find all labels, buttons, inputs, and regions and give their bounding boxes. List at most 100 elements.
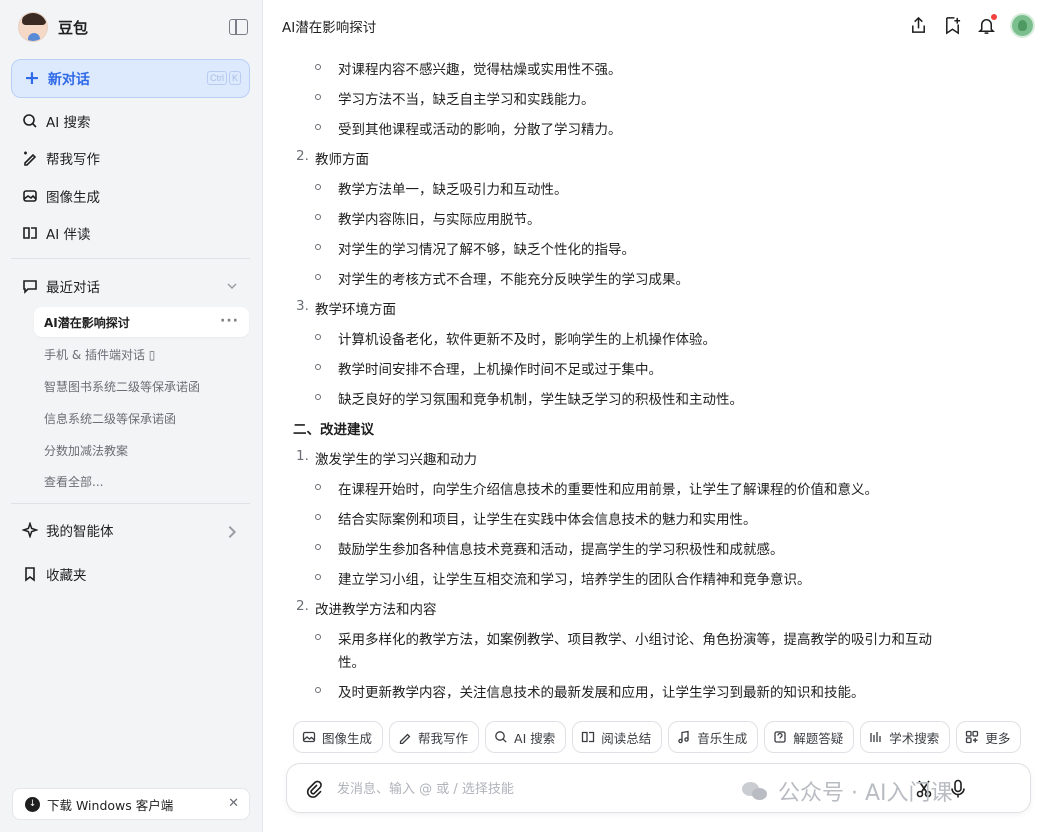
- view-all-label: 查看全部...: [44, 474, 104, 489]
- bullet-text: 计算机设备老化，软件更新不及时，影响学生的上机操作体验。: [338, 332, 716, 348]
- conversation-item[interactable]: 分数加减法教案: [34, 435, 249, 465]
- new-chat-button[interactable]: + 新对话 Ctrl K: [11, 59, 250, 98]
- sidebar-item-favorites[interactable]: 收藏夹: [22, 562, 87, 586]
- bullet-text: 在课程开始时，向学生介绍信息技术的重要性和应用前景，让学生了解课程的价值和意义。: [338, 482, 878, 498]
- download-client-banner[interactable]: ↓ 下载 Windows 客户端 ✕: [12, 788, 250, 820]
- topbar: AI潜在影响探讨: [264, 0, 1055, 52]
- skill-chip-writing[interactable]: 帮我写作: [389, 721, 480, 753]
- ai-search-icon: [22, 113, 38, 129]
- bullet-text: 鼓励学生参加各种信息技术竞赛和活动，提高学生的学习积极性和成就感。: [338, 542, 784, 558]
- recent-conversations-header[interactable]: 最近对话: [22, 274, 242, 298]
- chat-bubble-icon: [22, 278, 38, 294]
- bullet-text: 结合实际案例和项目，让学生在实践中体会信息技术的魅力和实用性。: [338, 512, 757, 528]
- skill-chip-image[interactable]: 图像生成: [293, 721, 384, 753]
- conversation-item[interactable]: 信息系统二级等保承诺函: [34, 403, 249, 433]
- bullet-marker: [315, 124, 321, 130]
- list-number: 2.: [296, 598, 309, 614]
- conversation-title: AI潜在影响探讨: [44, 315, 130, 330]
- pen-icon: [22, 150, 38, 166]
- bullet-marker: [315, 514, 321, 520]
- bullet-marker: [315, 364, 321, 370]
- attachment-icon[interactable]: [305, 779, 323, 803]
- conversation-item-active[interactable]: AI潜在影响探讨 ···: [34, 307, 249, 337]
- view-all-conversations[interactable]: 查看全部...: [34, 466, 249, 496]
- bullet-marker: [315, 634, 321, 640]
- skill-chip-label: 音乐生成: [697, 730, 748, 746]
- bullet-text: 对课程内容不感兴趣，觉得枯燥或实用性不强。: [338, 62, 622, 78]
- skill-chip-search[interactable]: AI 搜索: [485, 721, 567, 753]
- message-input[interactable]: [337, 778, 757, 800]
- bullet-marker: [315, 334, 321, 340]
- conversation-title: 手机 & 插件端对话 ▯: [44, 347, 156, 362]
- section-heading: 二、改进建议: [293, 422, 374, 438]
- bullet-marker: [315, 394, 321, 400]
- conversation-title: 智慧图书系统二级等保承诺函: [44, 379, 201, 394]
- bullet-text: 教学内容陈旧，与实际应用脱节。: [338, 212, 541, 228]
- sidebar-divider: [11, 503, 250, 504]
- bullet-text: 及时更新教学内容，关注信息技术的最新发展和应用，让学生学习到最新的知识和技能。: [338, 685, 865, 701]
- reading-icon: [22, 225, 38, 241]
- skill-chip-label: 阅读总结: [601, 730, 652, 746]
- chat-main: AI潜在影响探讨 对课程内容不感兴趣，觉得枯燥或实用性不强。 学习方法不当，缺乏自…: [264, 0, 1055, 832]
- sidebar-item-agents[interactable]: 我的智能体: [22, 518, 242, 542]
- notification-badge: [991, 14, 997, 20]
- new-chat-label: 新对话: [47, 71, 90, 88]
- sidebar: 豆包 + 新对话 Ctrl K AI 搜索 帮我写作 图像生成 AI 伴读 最近…: [0, 0, 263, 832]
- academic-icon: [869, 730, 883, 744]
- recent-conversations-label: 最近对话: [46, 280, 100, 296]
- bullet-text-continued: 性。: [338, 655, 365, 671]
- chevron-right-icon: [224, 524, 240, 544]
- skill-chip-more[interactable]: 更多: [956, 721, 1022, 753]
- bullet-marker: [315, 574, 321, 580]
- sidebar-collapse-icon[interactable]: [229, 19, 248, 35]
- shortcut-key: K: [228, 71, 241, 85]
- skill-chip-label: 更多: [985, 730, 1011, 746]
- bullet-text: 教学方法单一，缺乏吸引力和互动性。: [338, 182, 568, 198]
- music-icon: [677, 730, 691, 744]
- sidebar-item-ai-search[interactable]: AI 搜索: [22, 109, 91, 133]
- skill-chip-label: 图像生成: [322, 730, 373, 746]
- bookmark-add-icon[interactable]: [942, 15, 963, 36]
- bullet-text: 采用多样化的教学方法，如案例教学、项目教学、小组讨论、角色扮演等，提高教学的吸引…: [338, 632, 932, 648]
- download-label: 下载 Windows 客户端: [47, 797, 174, 813]
- sidebar-item-writing[interactable]: 帮我写作: [22, 146, 100, 170]
- numbered-item-text: 激发学生的学习兴趣和动力: [315, 452, 477, 468]
- conversation-item[interactable]: 手机 & 插件端对话 ▯: [34, 339, 249, 369]
- user-avatar[interactable]: [1010, 13, 1035, 38]
- share-icon[interactable]: [908, 15, 929, 36]
- sidebar-item-label: 帮我写作: [46, 152, 100, 168]
- image-icon: [302, 730, 316, 744]
- brand-name: 豆包: [58, 18, 89, 37]
- more-grid-icon: [965, 730, 979, 744]
- bullet-marker: [315, 244, 321, 250]
- skill-chip-music[interactable]: 音乐生成: [668, 721, 759, 753]
- bullet-marker: [315, 544, 321, 550]
- page-title: AI潜在影响探讨: [282, 20, 377, 36]
- plus-icon: +: [24, 67, 40, 89]
- bullet-marker: [315, 214, 321, 220]
- reading-icon: [581, 730, 595, 744]
- bullet-text: 建立学习小组，让学生互相交流和学习，培养学生的团队合作精神和竞争意识。: [338, 572, 811, 588]
- topbar-actions: [908, 13, 1035, 38]
- sidebar-item-label: 我的智能体: [46, 524, 114, 540]
- brand[interactable]: 豆包: [18, 12, 88, 42]
- bullet-text: 学习方法不当，缺乏自主学习和实践能力。: [338, 92, 595, 108]
- conversation-title: 信息系统二级等保承诺函: [44, 411, 177, 426]
- more-options-icon[interactable]: ···: [220, 313, 239, 329]
- bookmark-icon: [22, 566, 38, 582]
- skill-chip-academic[interactable]: 学术搜索: [860, 721, 951, 753]
- close-icon[interactable]: ✕: [228, 796, 239, 811]
- sidebar-item-image[interactable]: 图像生成: [22, 184, 100, 208]
- conversation-item[interactable]: 智慧图书系统二级等保承诺函: [34, 371, 249, 401]
- sidebar-item-reading[interactable]: AI 伴读: [22, 221, 91, 245]
- bullet-marker: [315, 184, 321, 190]
- notification-icon[interactable]: [976, 14, 997, 36]
- skill-chip-question[interactable]: 解题答疑: [764, 721, 855, 753]
- brand-avatar: [18, 12, 48, 42]
- chevron-down-icon: [226, 280, 238, 296]
- bullet-text: 对学生的学习情况了解不够，缺乏个性化的指导。: [338, 242, 635, 258]
- skill-chip-reading-summary[interactable]: 阅读总结: [572, 721, 663, 753]
- skill-chip-label: 帮我写作: [418, 730, 469, 746]
- list-number: 2.: [296, 148, 309, 164]
- bullet-marker: [315, 274, 321, 280]
